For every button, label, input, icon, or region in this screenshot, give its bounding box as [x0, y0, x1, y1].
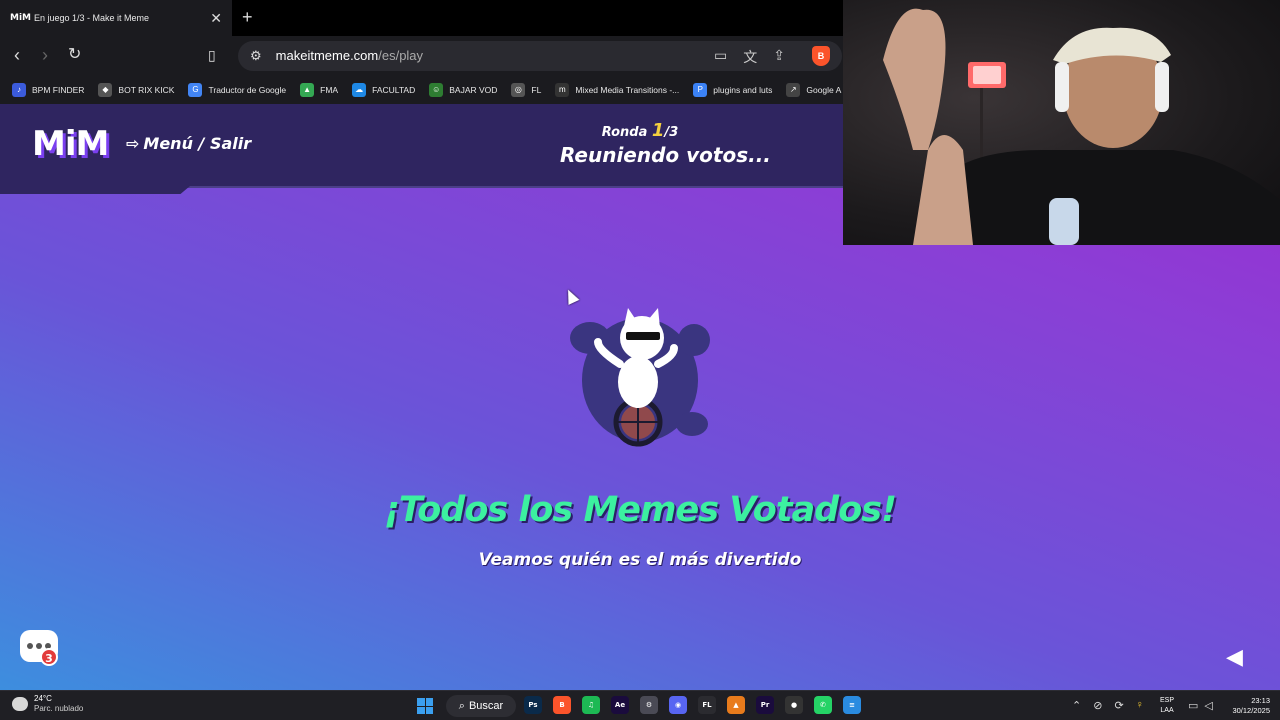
- chat-button[interactable]: 3: [20, 630, 58, 666]
- browser-tab-active[interactable]: MiM En juego 1/3 - Make it Meme ✕: [0, 0, 232, 36]
- bookmark-item[interactable]: ▲ FMA: [300, 83, 338, 97]
- bookmark-label: FL: [531, 85, 542, 95]
- bookmark-favicon-icon: m: [555, 83, 570, 97]
- media-icon[interactable]: ▲: [727, 696, 745, 714]
- speaker-icon[interactable]: ◀: [1226, 644, 1243, 670]
- menu-exit-link[interactable]: ⇨ Menú / Salir: [126, 134, 251, 153]
- bookmark-label: BAJAR VOD: [449, 85, 498, 95]
- bookmark-label: BOT RIX KICK: [118, 85, 175, 95]
- bookmark-label: plugins and luts: [713, 85, 773, 95]
- brave-icon[interactable]: B: [553, 696, 571, 714]
- site-logo[interactable]: MiM: [32, 124, 109, 164]
- site-settings-icon[interactable]: ⚙: [250, 48, 262, 64]
- cloud-icon: [12, 697, 28, 711]
- weather-desc: Parc. nublado: [34, 704, 84, 713]
- funniest-subline: Veamos quién es el más divertido: [478, 550, 802, 570]
- bookmark-favicon-icon: P: [693, 83, 708, 97]
- windows-taskbar: 24°C Parc. nublado ⌕ Buscar Ps B ♫ Ae ⚙ ◉ FL ▲ P…: [0, 690, 1280, 720]
- photoshop-icon[interactable]: Ps: [524, 696, 542, 714]
- network-icon: ▭: [1188, 700, 1199, 712]
- fl-studio-icon[interactable]: FL: [698, 696, 716, 714]
- bookmark-item[interactable]: Pplugins and luts: [693, 83, 772, 97]
- quick-settings[interactable]: ▭ ◁: [1188, 699, 1213, 712]
- chat-unread-badge: 3: [40, 648, 58, 666]
- clock-date: 30/12/2025: [1232, 706, 1270, 715]
- all-memes-voted-headline: ¡Todos los Memes Votados!: [383, 490, 897, 530]
- translate-icon[interactable]: 文: [743, 47, 757, 67]
- bookmark-label: Traductor de Google: [208, 85, 287, 95]
- notepad-icon[interactable]: ≡: [843, 696, 861, 714]
- weather-temp: 24°C: [34, 694, 52, 703]
- bookmark-favicon-icon: ☁: [352, 83, 367, 97]
- bookmark-item[interactable]: ◆ BOT RIX KICK: [98, 83, 174, 97]
- unicycle-cat-illustration: [568, 300, 712, 460]
- after-effects-icon[interactable]: Ae: [611, 696, 629, 714]
- bookmark-item[interactable]: G Traductor de Google: [188, 83, 286, 97]
- bookmark-favicon-icon: G: [188, 83, 203, 97]
- new-tab-icon[interactable]: +: [242, 8, 253, 26]
- round-indicator: Ronda 1/3 Reuniendo votos...: [560, 120, 771, 167]
- round-status: Reuniendo votos...: [560, 143, 771, 167]
- windows-start-icon[interactable]: [417, 698, 433, 714]
- bookmark-label: FACULTAD: [372, 85, 416, 95]
- weather-widget[interactable]: 24°C Parc. nublado: [12, 694, 83, 714]
- bookmark-favicon-icon: ☺: [429, 83, 444, 97]
- menu-exit-label: Menú / Salir: [143, 134, 252, 153]
- mic-icon[interactable]: ♀: [1136, 699, 1144, 712]
- tab-favicon: MiM: [10, 13, 31, 23]
- close-tab-icon[interactable]: ✕: [210, 10, 222, 27]
- search-label: Buscar: [468, 700, 504, 712]
- back-arrow-icon[interactable]: ‹: [14, 45, 20, 65]
- exit-icon: ⇨: [126, 134, 140, 153]
- bookmark-favicon-icon: ◆: [98, 83, 113, 97]
- round-counter: Ronda 1/3: [601, 120, 679, 141]
- tray-app-icon[interactable]: ⊘: [1093, 699, 1102, 712]
- header-tab-edge: [0, 186, 190, 194]
- obs-icon[interactable]: ●: [785, 696, 803, 714]
- bookmark-label: Google A: [806, 85, 842, 95]
- bookmark-item[interactable]: ☺ BAJAR VOD: [429, 83, 497, 97]
- taskbar-search[interactable]: ⌕ Buscar: [446, 695, 516, 717]
- forward-arrow-icon[interactable]: ›: [42, 45, 48, 65]
- sync-icon[interactable]: ⟳: [1114, 699, 1123, 712]
- system-tray: ⌃ ⊘ ⟳ ♀: [1072, 699, 1144, 712]
- whatsapp-icon[interactable]: ✆: [814, 696, 832, 714]
- bookmark-favicon-icon: ↗: [786, 83, 801, 97]
- bookmark-favicon-icon: ▲: [300, 83, 315, 97]
- bookmark-item[interactable]: ↗ Google A: [786, 83, 841, 97]
- bookmark-icon[interactable]: ▯: [208, 45, 216, 65]
- language-indicator[interactable]: ESP LAA: [1160, 696, 1174, 716]
- bookmark-label: FMA: [320, 85, 339, 95]
- spotify-icon[interactable]: ♫: [582, 696, 600, 714]
- webcam-overlay: [843, 0, 1280, 245]
- clock[interactable]: 23:13 30/12/2025: [1222, 696, 1270, 716]
- bookmark-item[interactable]: ☁ FACULTAD: [352, 83, 415, 97]
- bookmark-label: BPM FINDER: [32, 85, 85, 95]
- tab-title: En juego 1/3 - Make it Meme: [34, 13, 150, 23]
- bookmark-favicon-icon: ♪: [12, 83, 26, 97]
- volume-icon: ◁: [1204, 700, 1213, 712]
- reload-icon[interactable]: ↻: [68, 45, 81, 65]
- settings-icon[interactable]: ⚙: [640, 696, 658, 714]
- chevron-up-icon[interactable]: ⌃: [1072, 699, 1081, 712]
- premiere-icon[interactable]: Pr: [756, 696, 774, 714]
- bookmark-favicon-icon: ◎: [511, 83, 526, 97]
- bookmark-item[interactable]: ♪ BPM FINDER: [12, 83, 84, 97]
- search-icon: ⌕: [458, 699, 465, 712]
- bookmark-item[interactable]: m Mixed Media Transitions -...: [555, 83, 679, 97]
- taskbar-apps: Ps B ♫ Ae ⚙ ◉ FL ▲ Pr ● ✆ ≡: [524, 696, 861, 714]
- cast-icon[interactable]: ▭: [714, 47, 727, 67]
- brave-shields-icon[interactable]: B: [812, 46, 830, 66]
- bookmark-item[interactable]: ◎ FL: [511, 83, 541, 97]
- discord-icon[interactable]: ◉: [669, 696, 687, 714]
- share-icon[interactable]: ⇪: [773, 47, 785, 67]
- url-text: makeitmeme.com/es/play: [275, 48, 424, 63]
- clock-time: 23:13: [1251, 696, 1270, 705]
- bookmark-label: Mixed Media Transitions -...: [575, 85, 680, 95]
